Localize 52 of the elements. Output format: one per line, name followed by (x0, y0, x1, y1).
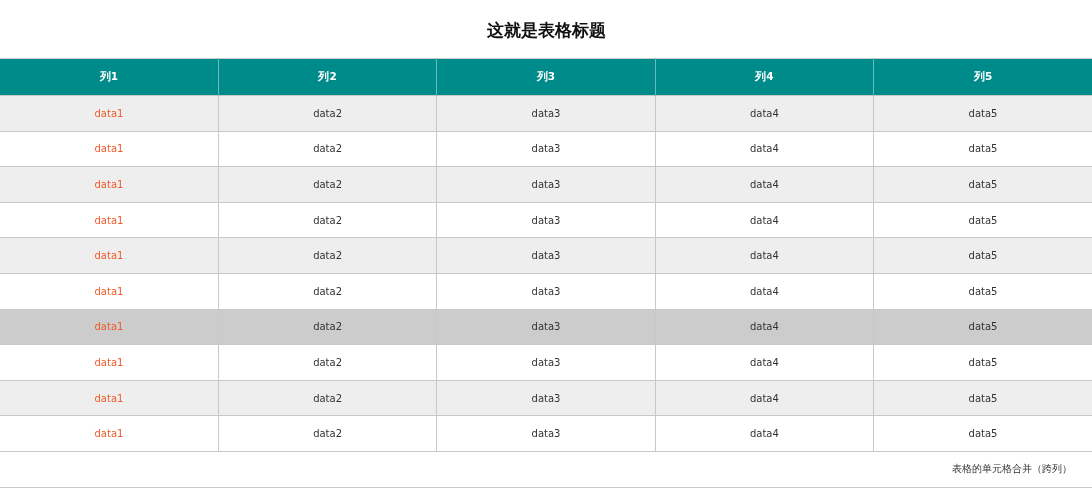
table-cell: data3 (436, 166, 656, 203)
table-cell: data3 (436, 273, 656, 310)
table-cell: data4 (655, 344, 874, 381)
table-title: 这就是表格标题 (485, 19, 607, 42)
table-cell: data3 (436, 309, 656, 345)
table-cell: data2 (218, 237, 437, 274)
table-cell: data1 (0, 202, 219, 238)
table-cell: data1 (0, 166, 219, 203)
table-cell: data5 (873, 309, 1092, 345)
table-cell: data3 (436, 131, 656, 167)
table-cell: data1 (0, 415, 219, 452)
table-cell: data2 (218, 309, 437, 345)
table-cell: data1 (0, 95, 219, 132)
table-cell: data2 (218, 380, 437, 416)
table-cell: data3 (436, 95, 656, 132)
table-cell: data4 (655, 415, 874, 452)
table-cell: data3 (436, 237, 656, 274)
table-cell: data1 (0, 273, 219, 310)
table-cell: data1 (0, 131, 219, 167)
column-header: 列3 (436, 58, 656, 96)
table-cell: data2 (218, 273, 437, 310)
table-cell: data1 (0, 309, 219, 345)
table-cell: data2 (218, 131, 437, 167)
column-header: 列4 (655, 58, 874, 96)
table-cell: data5 (873, 380, 1092, 416)
table-cell: data1 (0, 237, 219, 274)
column-header: 列5 (873, 58, 1092, 96)
table-cell: data4 (655, 131, 874, 167)
table-cell: data2 (218, 344, 437, 381)
table-cell: data2 (218, 95, 437, 132)
table-cell: data2 (218, 166, 437, 203)
table-cell: data1 (0, 380, 219, 416)
table-cell: data3 (436, 380, 656, 416)
table-cell: data2 (218, 202, 437, 238)
table-cell: data3 (436, 202, 656, 238)
table-cell: data5 (873, 237, 1092, 274)
table-cell: data4 (655, 380, 874, 416)
table-cell: data4 (655, 309, 874, 345)
table-footer-cell: 表格的单元格合并（跨列） (0, 451, 1092, 488)
table-cell: data4 (655, 237, 874, 274)
table-cell: data3 (436, 415, 656, 452)
table-cell: data4 (655, 202, 874, 238)
table-cell: data4 (655, 273, 874, 310)
table-cell: data5 (873, 166, 1092, 203)
table-cell: data5 (873, 95, 1092, 132)
table-cell: data2 (218, 415, 437, 452)
column-header: 列2 (218, 58, 437, 96)
table-cell: data1 (0, 344, 219, 381)
table-cell: data4 (655, 95, 874, 132)
table-cell: data3 (436, 344, 656, 381)
column-header: 列1 (0, 58, 219, 96)
table-cell: data4 (655, 166, 874, 203)
